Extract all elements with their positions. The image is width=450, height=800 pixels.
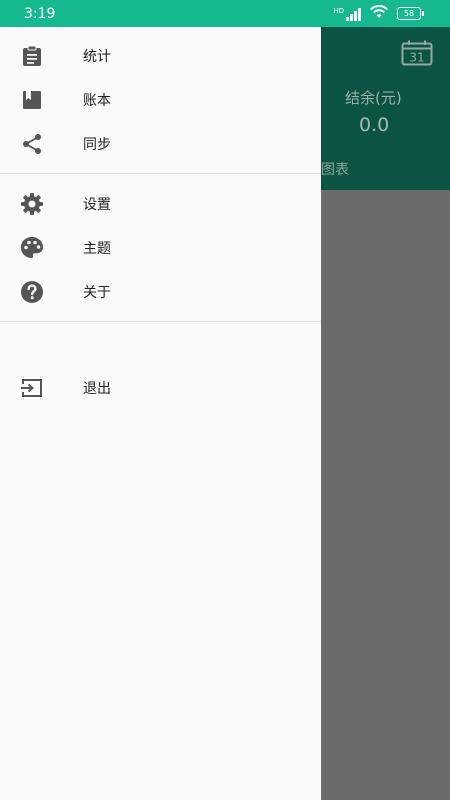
gear-icon [20, 192, 44, 216]
wifi-icon [369, 4, 389, 23]
network-type: HD [333, 6, 344, 15]
menu-label-statistics: 统计 [83, 49, 111, 65]
status-bar: 3:19 HD 58 [0, 0, 450, 27]
navigation-drawer: 统计 账本 同步 设置 主题 关于 退出 [0, 27, 321, 800]
book-icon [20, 88, 44, 112]
divider [0, 173, 321, 174]
menu-label-settings: 设置 [83, 197, 111, 213]
menu-item-logout[interactable]: 退出 [0, 366, 321, 410]
menu-item-statistics[interactable]: 统计 [0, 34, 321, 78]
menu-item-ledger[interactable]: 账本 [0, 78, 321, 122]
status-icons: HD 58 [333, 4, 424, 23]
battery-icon: 58 [397, 7, 424, 20]
menu-item-about[interactable]: 关于 [0, 270, 321, 314]
status-time: 3:19 [24, 5, 56, 22]
menu-item-settings[interactable]: 设置 [0, 182, 321, 226]
menu-label-theme: 主题 [83, 241, 111, 257]
share-icon [20, 132, 44, 156]
exit-icon [20, 376, 44, 400]
menu-label-about: 关于 [83, 285, 111, 301]
menu-item-sync[interactable]: 同步 [0, 122, 321, 166]
menu-label-ledger: 账本 [83, 93, 111, 109]
balance-label: 结余(元) [345, 89, 402, 107]
signal-icon: HD [333, 7, 361, 21]
tab-chart[interactable]: 图表 [321, 159, 349, 179]
help-icon [20, 280, 44, 304]
menu-label-logout: 退出 [83, 381, 111, 397]
battery-level: 58 [397, 7, 421, 20]
calendar-icon[interactable]: 31 [401, 40, 433, 70]
menu-label-sync: 同步 [83, 137, 111, 153]
palette-icon [20, 236, 44, 260]
menu-item-theme[interactable]: 主题 [0, 226, 321, 270]
calendar-day: 31 [409, 51, 424, 65]
balance-value: 0.0 [359, 114, 390, 136]
divider [0, 321, 321, 322]
clipboard-icon [20, 44, 44, 68]
